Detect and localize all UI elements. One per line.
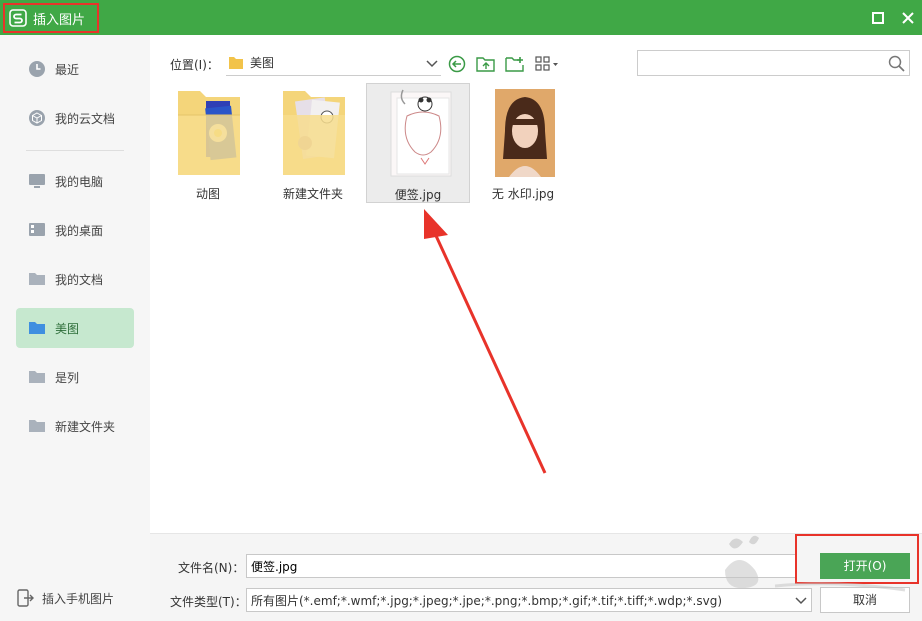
title-highlight-box: 插入图片 (3, 3, 99, 33)
file-item-dongtu[interactable]: 动图 (156, 83, 260, 203)
bottom-bar: 文件名(N)： 文件类型(T)： 所有图片(*.emf;*.wmf;*.jpg;… (150, 533, 922, 621)
filetype-label: 文件类型(T)： (170, 595, 247, 609)
filetype-select[interactable]: 所有图片(*.emf;*.wmf;*.jpg;*.jpeg;*.jpe;*.pn… (246, 588, 812, 612)
cloud-cube-icon (29, 110, 45, 126)
insert-mobile-image-label: 插入手机图片 (42, 591, 115, 606)
back-button[interactable] (447, 55, 467, 73)
folder-icon (229, 56, 243, 69)
window-title: 插入图片 (33, 12, 86, 28)
sidebar-item-label: 我的文档 (55, 272, 104, 287)
location-dropdown[interactable]: 美图 (226, 50, 441, 76)
file-item-new-folder[interactable]: 新建文件夹 (261, 83, 365, 203)
open-button[interactable]: 打开(O) (820, 553, 910, 579)
phone-arrow-icon (17, 589, 34, 607)
folder-icon (29, 371, 45, 383)
file-item-wu-shuiyin[interactable]: 无 水印.jpg (471, 83, 575, 203)
grid-view-icon (535, 56, 558, 71)
sidebar-divider (26, 150, 124, 151)
folder-icon (29, 273, 45, 285)
file-name: 便签.jpg (394, 188, 442, 202)
view-mode-button[interactable] (535, 55, 561, 73)
location-value: 美图 (250, 56, 275, 70)
desktop-icon (29, 223, 45, 236)
search-box[interactable] (637, 50, 910, 76)
file-grid: 动图 新建文件夹 便签.jpg 无 水印.jpg (150, 83, 922, 533)
filename-input[interactable] (246, 554, 796, 578)
portrait-image-thumbnail-icon (495, 89, 555, 177)
note-image-thumbnail-icon (390, 89, 452, 177)
sidebar-item-label: 美图 (55, 321, 80, 336)
sidebar-item-label: 最近 (55, 62, 80, 77)
sidebar-item-label: 我的云文档 (55, 111, 116, 126)
sidebar-item-cloud-docs[interactable]: 我的云文档 (16, 98, 134, 138)
location-label: 位置(I)： (170, 58, 219, 72)
sidebar-item-meitu[interactable]: 美图 (16, 308, 134, 348)
sidebar-item-my-desktop[interactable]: 我的桌面 (16, 210, 134, 250)
sidebar-item-new-folder[interactable]: 新建文件夹 (16, 406, 134, 446)
sidebar-item-my-documents[interactable]: 我的文档 (16, 259, 134, 299)
search-icon (888, 55, 905, 72)
sidebar-item-recent[interactable]: 最近 (16, 49, 134, 89)
search-input[interactable] (638, 51, 878, 75)
folder-icon (29, 420, 45, 432)
sidebar-item-my-computer[interactable]: 我的电脑 (16, 161, 134, 201)
insert-mobile-image-button[interactable]: 插入手机图片 (16, 583, 114, 613)
monitor-icon (29, 174, 45, 188)
filename-label: 文件名(N)： (178, 561, 245, 575)
location-toolbar: 位置(I)： 美图 (150, 35, 922, 83)
file-name: 无 水印.jpg (491, 187, 555, 201)
maximize-button[interactable] (868, 8, 888, 28)
file-name: 新建文件夹 (282, 187, 343, 201)
chevron-down-icon (795, 597, 807, 605)
wps-s-logo-icon (9, 9, 27, 27)
folder-up-icon (476, 57, 495, 72)
new-folder-button[interactable] (505, 55, 525, 73)
sidebar-item-shilie[interactable]: 是列 (16, 357, 134, 397)
up-folder-button[interactable] (476, 55, 496, 73)
chevron-down-icon (426, 59, 438, 67)
folder-thumbnail-icon (178, 91, 240, 175)
filetype-value: 所有图片(*.emf;*.wmf;*.jpg;*.jpeg;*.jpe;*.pn… (251, 593, 723, 608)
file-name: 动图 (195, 187, 220, 201)
maximize-icon (872, 12, 884, 24)
title-bar: 插入图片 (0, 0, 922, 35)
file-item-bianqian[interactable]: 便签.jpg (366, 83, 470, 203)
folder-plus-icon (505, 57, 524, 72)
clock-icon (29, 61, 45, 77)
folder-thumbnail-icon (283, 91, 345, 175)
sidebar-item-label: 新建文件夹 (55, 419, 116, 434)
cancel-button[interactable]: 取消 (820, 587, 910, 613)
folder-icon (29, 322, 45, 334)
close-icon (902, 12, 914, 24)
sidebar: 最近 我的云文档 我的电脑 我的桌面 我的文档 美图 是列 新建文件夹 插入手机… (0, 35, 150, 621)
sidebar-item-label: 我的电脑 (55, 174, 104, 189)
close-button[interactable] (898, 8, 918, 28)
sidebar-item-label: 我的桌面 (55, 223, 104, 238)
sidebar-item-label: 是列 (55, 370, 80, 385)
back-arrow-icon (448, 55, 466, 73)
